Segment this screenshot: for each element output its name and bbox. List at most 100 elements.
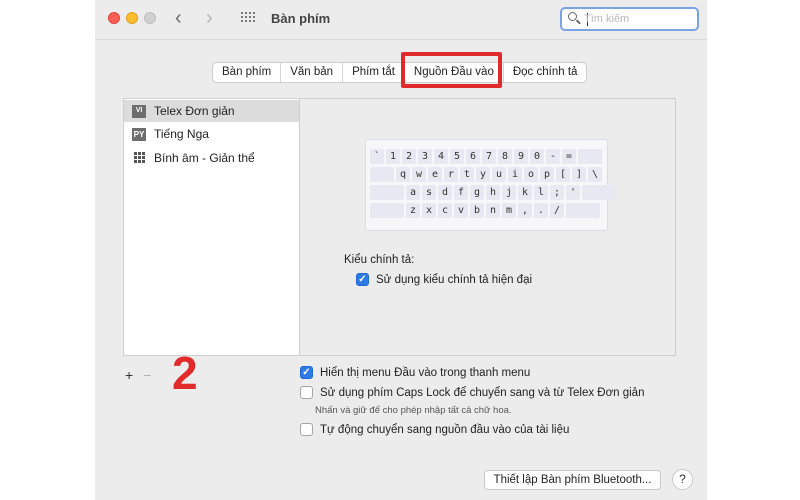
- keyboard-key: p: [540, 167, 554, 182]
- keyboard-key: d: [438, 185, 452, 200]
- keyboard-key-spacer: [370, 185, 404, 200]
- keyboard-key: \: [588, 167, 602, 182]
- list-item-label: Tiếng Nga: [154, 127, 209, 141]
- add-input-source-button[interactable]: +: [125, 367, 133, 383]
- keyboard-key: `: [370, 149, 384, 164]
- keyboard-key: 0: [530, 149, 544, 164]
- caps-lock-checkbox[interactable]: Sử dụng phím Caps Lock để chuyển sang và…: [300, 386, 644, 399]
- keyboard-key: /: [550, 203, 564, 218]
- show-input-menu-checkbox[interactable]: ✓ Hiển thị menu Đầu vào trong thanh menu: [300, 366, 530, 379]
- keyboard-key: v: [454, 203, 468, 218]
- keyboard-row-numbers: ` 1 2 3 4 5 6 7 8 9 0- =: [370, 149, 602, 164]
- tab-shortcuts[interactable]: Phím tắt: [343, 63, 405, 82]
- keyboard-key-spacer: [370, 203, 404, 218]
- keyboard-key: q: [396, 167, 410, 182]
- keyboard-key: x: [422, 203, 436, 218]
- checkbox-empty: [300, 386, 313, 399]
- keyboard-key: ,: [518, 203, 532, 218]
- keyboard-preview: ` 1 2 3 4 5 6 7 8 9 0- = q w e r t y u i o p[] \ a s d f g h j k l; ' …: [365, 139, 616, 231]
- keyboard-key: t: [460, 167, 474, 182]
- modern-spelling-checkbox[interactable]: ✓ Sử dụng kiểu chính tả hiện đại: [356, 273, 532, 286]
- window-title: Bàn phím: [271, 11, 331, 26]
- keyboard-key: m: [502, 203, 516, 218]
- grid-icon: [132, 151, 146, 165]
- keyboard-key: b: [470, 203, 484, 218]
- keyboard-key: 3: [418, 149, 432, 164]
- keyboard-key: z: [406, 203, 420, 218]
- keyboard-key: h: [486, 185, 500, 200]
- show-all-grid-icon[interactable]: [241, 12, 257, 26]
- tab-keyboard[interactable]: Bàn phím: [213, 63, 282, 82]
- keyboard-key: o: [524, 167, 538, 182]
- keyboard-key: 7: [482, 149, 496, 164]
- tab-text[interactable]: Văn bản: [281, 63, 344, 82]
- keyboard-key: -: [546, 149, 560, 164]
- auto-switch-label: Tự động chuyển sang nguồn đầu vào của tà…: [320, 423, 570, 436]
- keyboard-row-top: q w e r t y u i o p[] \: [370, 167, 602, 182]
- keyboard-key: w: [412, 167, 426, 182]
- search-icon: [568, 12, 577, 21]
- keyboard-key: 6: [466, 149, 480, 164]
- checkmark-icon: ✓: [300, 366, 313, 379]
- keyboard-key: n: [486, 203, 500, 218]
- auto-switch-checkbox[interactable]: Tự động chuyển sang nguồn đầu vào của tà…: [300, 423, 569, 436]
- show-input-menu-label: Hiển thị menu Đầu vào trong thanh menu: [320, 366, 531, 379]
- keyboard-key: a: [406, 185, 420, 200]
- keyboard-key: r: [444, 167, 458, 182]
- keyboard-key: g: [470, 185, 484, 200]
- preferences-window: ‹ › Bàn phím Bàn phím Văn bản Phím tắt N…: [95, 0, 707, 500]
- minimize-window-button[interactable]: [126, 12, 138, 24]
- keyboard-key: s: [422, 185, 436, 200]
- keyboard-key: 1: [386, 149, 400, 164]
- keyboard-key: u: [492, 167, 506, 182]
- caps-lock-label: Sử dụng phím Caps Lock để chuyển sang và…: [320, 386, 645, 399]
- keyboard-key: j: [502, 185, 516, 200]
- checkmark-icon: ✓: [356, 273, 369, 286]
- keyboard-key-spacer: [582, 185, 616, 200]
- keyboard-key: [: [556, 167, 570, 182]
- list-controls: + −: [125, 367, 151, 383]
- keyboard-key: 9: [514, 149, 528, 164]
- keyboard-key: c: [438, 203, 452, 218]
- close-window-button[interactable]: [108, 12, 120, 24]
- list-item-telex[interactable]: VI Telex Đơn giản: [124, 100, 299, 122]
- list-item-label: Telex Đơn giản: [154, 104, 235, 118]
- keyboard-key: =: [562, 149, 576, 164]
- tab-dictation[interactable]: Đọc chính tả: [504, 63, 587, 82]
- annotation-number-two: 2: [172, 347, 198, 399]
- help-button[interactable]: ?: [672, 469, 693, 490]
- keyboard-key: ': [566, 185, 580, 200]
- spelling-style-label: Kiểu chính tả:: [344, 254, 415, 266]
- keyboard-key: e: [428, 167, 442, 182]
- keyboard-row-home: a s d f g h j k l; ': [370, 185, 616, 200]
- checkbox-empty: [300, 423, 313, 436]
- list-item-label: Bính âm - Giản thể: [154, 151, 255, 165]
- keyboard-key: l: [534, 185, 548, 200]
- list-item-russian[interactable]: PY Tiếng Nga: [124, 123, 299, 145]
- search-input[interactable]: [584, 11, 694, 27]
- keyboard-key: i: [508, 167, 522, 182]
- keyboard-key: k: [518, 185, 532, 200]
- annotation-highlight-box: [401, 52, 502, 88]
- keyboard-key: f: [454, 185, 468, 200]
- telex-icon: VI: [132, 104, 146, 118]
- keyboard-key: 8: [498, 149, 512, 164]
- search-field[interactable]: [560, 7, 699, 31]
- keyboard-key: 5: [450, 149, 464, 164]
- keyboard-key: 2: [402, 149, 416, 164]
- keyboard-row-bottom: z x c v b n m,. /: [370, 203, 600, 218]
- keyboard-key: y: [476, 167, 490, 182]
- list-item-pinyin[interactable]: Bính âm - Giản thể: [124, 147, 299, 169]
- setup-bluetooth-keyboard-button[interactable]: Thiết lập Bàn phím Bluetooth...: [484, 470, 661, 490]
- back-arrow-icon[interactable]: ‹: [175, 7, 182, 29]
- keyboard-key: .: [534, 203, 548, 218]
- py-icon: PY: [132, 127, 146, 141]
- forward-arrow-icon[interactable]: ›: [206, 7, 213, 29]
- keyboard-key: ;: [550, 185, 564, 200]
- zoom-window-button[interactable]: [144, 12, 156, 24]
- keyboard-key: ]: [572, 167, 586, 182]
- remove-input-source-button[interactable]: −: [143, 367, 151, 383]
- keyboard-key-spacer: [370, 167, 394, 182]
- keyboard-key-spacer: [578, 149, 602, 164]
- input-sources-list: VI Telex Đơn giản PY Tiếng Nga Bính âm -…: [123, 98, 300, 356]
